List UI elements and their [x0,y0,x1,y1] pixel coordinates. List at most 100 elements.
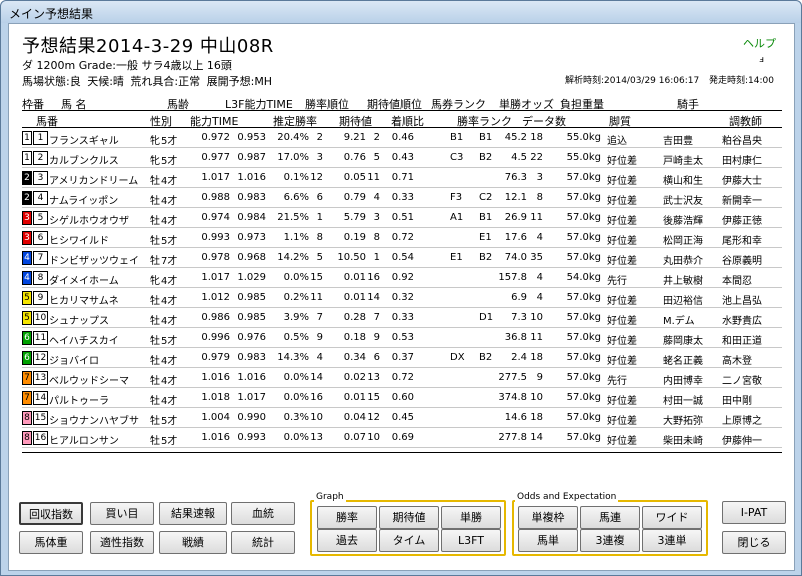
cell-winrank: 16 [310,392,323,403]
print-icon[interactable]: ⅎ [759,55,764,65]
frame-number-badge: 2 [22,171,32,185]
odds-sanrenpuku-button[interactable]: 3連複 [580,529,640,552]
table-row[interactable]: 3 6 ヒシワイルド 牡 5才 0.993 0.973 1.1% 8 0.19 8 0.72 E1 17.… [22,228,784,248]
odds-umatan-button[interactable]: 馬単 [518,529,578,552]
table-row[interactable]: 3 5 シゲルホウオウザ牡 4才 0.974 0.984 21.5% 1 5.79 3 0.51 A1… [22,208,784,228]
cell-expect: 0.19 [343,232,366,243]
close-button[interactable]: 閉じる [722,531,786,554]
odds-sanrentan-button[interactable]: 3連単 [642,529,702,552]
cell-data: 11 [530,332,543,343]
cell-age: 4才 [161,276,178,287]
cell-ratio: 0.51 [391,212,414,223]
bataiju-button[interactable]: 馬体重 [19,531,83,554]
kekka-button[interactable]: 結果速報 [159,502,227,525]
table-row[interactable]: 4 8 ダイメイホーム牝 4才 1.017 1.029 0.0% 15 0.01 16 0.92 15… [22,268,784,288]
tekisei-button[interactable]: 適性指数 [90,531,154,554]
cell-baken: F3 [450,192,463,203]
cell-winrank: 7 [316,312,323,323]
table-row[interactable]: 4 7 ドンビザッツウェイ牡 7才 0.978 0.968 14.2% 5 10.50 1 0.54… [22,248,784,268]
cell-sex: 牝 [150,136,160,147]
cell-baken: B1 [450,132,464,143]
cell-winrank: 6 [316,192,323,203]
graph-winrate-button[interactable]: 勝率 [317,506,377,529]
cell-jockey: 内田博幸 [663,376,703,387]
cell-style: 好位差 [607,436,637,447]
cell-ratio: 0.72 [391,372,414,383]
table-row[interactable]: 1 1 フランスギャル牝 5才 0.972 0.953 20.4% 2 9.21 2 0.46 B1 B… [22,128,784,148]
cell-name: ナムライッポン [49,196,119,207]
cell-weight: 55.0kg [566,152,601,163]
kettou-button[interactable]: 血統 [231,502,295,525]
graph-group-label: Graph [314,492,346,502]
cell-ability: 0.972 [201,132,230,143]
cell-trainer: 田中剛 [722,396,752,407]
cell-ability: 0.996 [201,332,230,343]
cell-winrate: 0.5% [283,332,309,343]
table-row[interactable]: 5 10 シュナップス牡 4才 0.986 0.985 3.9% 7 0.28 7 0.33 D1 7.… [22,308,784,328]
table-row[interactable]: 2 3 アメリカンドリーム牡 4才 1.017 1.016 0.1% 12 0.05 11 0.71… [22,168,784,188]
cell-winrate: 21.5% [277,212,309,223]
table-row[interactable]: 2 4 ナムライッポン牡 4才 0.988 0.983 6.6% 6 0.79 4 0.33 F3 C2… [22,188,784,208]
cell-winrate: 0.2% [283,292,309,303]
cell-ability: 0.993 [201,232,230,243]
cell-name: ヘイハチスカイ [49,336,119,347]
cell-data: 10 [530,312,543,323]
cell-style: 好位差 [607,196,637,207]
cell-rank: B1 [479,212,493,223]
cell-expect: 0.07 [343,432,366,443]
graph-time-button[interactable]: タイム [379,529,439,552]
cell-name: ドンビザッツウェイ [49,256,139,267]
cell-ability: 1.012 [201,292,230,303]
odds-tanfuku-button[interactable]: 単複枠 [518,506,578,529]
graph-expect-button[interactable]: 期待値 [379,506,439,529]
help-link[interactable]: ヘルプ [743,35,776,51]
cell-odds: 36.8 [504,332,527,343]
frame-number-badge: 6 [22,331,32,345]
cell-winrate: 1.1% [283,232,309,243]
graph-past-button[interactable]: 過去 [317,529,377,552]
kaishu-button[interactable]: 回収指数 [19,502,83,525]
table-row[interactable]: 6 11 ヘイハチスカイ牡 5才 0.996 0.976 0.5% 9 0.18 9 0.53 36.… [22,328,784,348]
cell-ratio: 0.53 [391,332,414,343]
ipat-button[interactable]: I-PAT [722,501,786,524]
cell-winrank: 3 [316,152,323,163]
cell-sex: 牡 [150,256,160,267]
graph-l3ft-button[interactable]: L3FT [441,529,501,552]
cell-expect: 0.01 [343,392,366,403]
cell-winrate: 14.2% [277,252,309,263]
cell-l3f: 0.973 [237,232,266,243]
cell-data: 22 [530,152,543,163]
table-row[interactable]: 8 15 ショウナンハヤブサ牡 5才 1.004 0.990 0.3% 10 0.04 12 0.4… [22,408,784,428]
table-row[interactable]: 1 2 カルブンクルス 牝 5才 0.977 0.987 17.0% 3 0.76 5 0.43 C3 B… [22,148,784,168]
odds-umaren-button[interactable]: 馬連 [580,506,640,529]
cell-ability: 0.978 [201,252,230,263]
table-row[interactable]: 7 13 ベルウッドシーマ牡 4才 1.016 1.016 0.0% 14 0.02 13 0.72… [22,368,784,388]
horse-number-box: 6 [33,231,48,245]
table-row[interactable]: 8 16 ヒアルロンサン 牡 5才 1.016 0.993 0.0% 13 0.07 10 0.69 2… [22,428,784,448]
cell-sex: 牡 [150,176,160,187]
kaime-button[interactable]: 買い目 [90,502,154,525]
table-row[interactable]: 5 9 ヒカリマサムネ 牡 4才 1.012 0.985 0.2% 11 0.01 14 0.32 6.… [22,288,784,308]
cell-weight: 57.0kg [566,312,601,323]
cell-name: ベルウッドシーマ [49,376,129,387]
cell-exprank: 3 [373,212,380,223]
cell-winrank: 8 [316,232,323,243]
cell-odds: 4.5 [511,152,527,163]
odds-wide-button[interactable]: ワイド [642,506,702,529]
cell-winrate: 0.3% [283,412,309,423]
senseki-button[interactable]: 戦績 [159,531,227,554]
cell-name: ショウナンハヤブサ [49,416,139,427]
cell-expect: 0.01 [343,272,366,283]
table-row[interactable]: 6 12 ジョバイロ牡 4才 0.979 0.983 14.3% 4 0.34 6 0.37 DX B2… [22,348,784,368]
table-row[interactable]: 7 14 パルトゥーラ 牡 4才 1.018 1.017 0.0% 16 0.01 15 0.60 37… [22,388,784,408]
cell-trainer: 谷原義明 [722,256,762,267]
track-info: 馬場状態:良 天候:晴 荒れ具合:正常 展開予想:MH [22,75,273,88]
cell-ability: 1.016 [201,432,230,443]
graph-tansho-button[interactable]: 単勝 [441,506,501,529]
cell-name: シゲルホウオウザ [49,216,129,227]
cell-jockey: 吉田豊 [663,136,693,147]
frame-number-badge: 3 [22,211,32,225]
title-bar[interactable]: メイン予想結果 [1,1,801,23]
toukei-button[interactable]: 統計 [231,531,295,554]
cell-l3f: 1.016 [237,172,266,183]
